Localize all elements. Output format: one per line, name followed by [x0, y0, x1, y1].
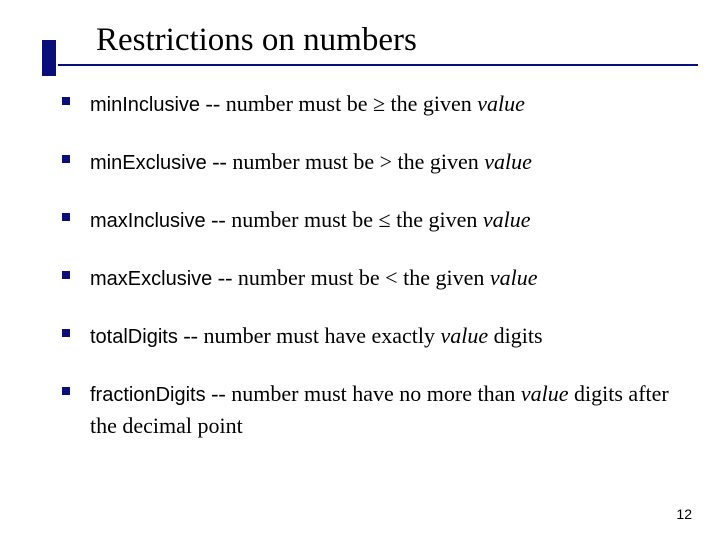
desc-value: value: [477, 91, 525, 116]
slide-title: Restrictions on numbers: [96, 22, 417, 59]
title-accent-bar: [42, 40, 56, 76]
desc-value: value: [490, 265, 538, 290]
bullet-icon: [62, 155, 70, 163]
facet-term: minInclusive: [90, 94, 200, 116]
list-item-text: fractionDigits -- number must have no mo…: [90, 378, 680, 442]
bullet-icon: [62, 97, 70, 105]
bullet-icon: [62, 387, 70, 395]
facet-term: minExclusive: [90, 152, 207, 174]
bullet-list: minInclusive -- number must be ≥ the giv…: [62, 88, 680, 468]
facet-term: totalDigits: [90, 326, 178, 348]
list-item: maxExclusive -- number must be < the giv…: [62, 262, 680, 294]
desc-pre: -- number must be > the given: [207, 149, 485, 174]
list-item-text: maxExclusive -- number must be < the giv…: [90, 262, 538, 294]
desc-pre: -- number must be ≥ the given: [200, 91, 477, 116]
desc-value: value: [441, 323, 489, 348]
desc-value: value: [484, 149, 532, 174]
list-item: minInclusive -- number must be ≥ the giv…: [62, 88, 680, 120]
list-item-text: totalDigits -- number must have exactly …: [90, 320, 543, 352]
page-number: 12: [676, 506, 692, 522]
bullet-icon: [62, 271, 70, 279]
desc-value: value: [483, 207, 531, 232]
facet-term: maxExclusive: [90, 268, 212, 290]
facet-term: maxInclusive: [90, 210, 206, 232]
bullet-icon: [62, 329, 70, 337]
list-item: minExclusive -- number must be > the giv…: [62, 146, 680, 178]
bullet-icon: [62, 213, 70, 221]
list-item-text: minExclusive -- number must be > the giv…: [90, 146, 532, 178]
desc-pre: -- number must be < the given: [212, 265, 490, 290]
list-item-text: minInclusive -- number must be ≥ the giv…: [90, 88, 525, 120]
desc-value: value: [521, 381, 569, 406]
desc-pre: -- number must have exactly: [178, 323, 441, 348]
list-item-text: maxInclusive -- number must be ≤ the giv…: [90, 204, 531, 236]
desc-pre: -- number must be ≤ the given: [206, 207, 483, 232]
desc-post: digits: [488, 323, 542, 348]
facet-term: fractionDigits: [90, 384, 206, 406]
list-item: fractionDigits -- number must have no mo…: [62, 378, 680, 442]
desc-pre: -- number must have no more than: [206, 381, 521, 406]
list-item: maxInclusive -- number must be ≤ the giv…: [62, 204, 680, 236]
list-item: totalDigits -- number must have exactly …: [62, 320, 680, 352]
title-underline: [58, 64, 698, 66]
